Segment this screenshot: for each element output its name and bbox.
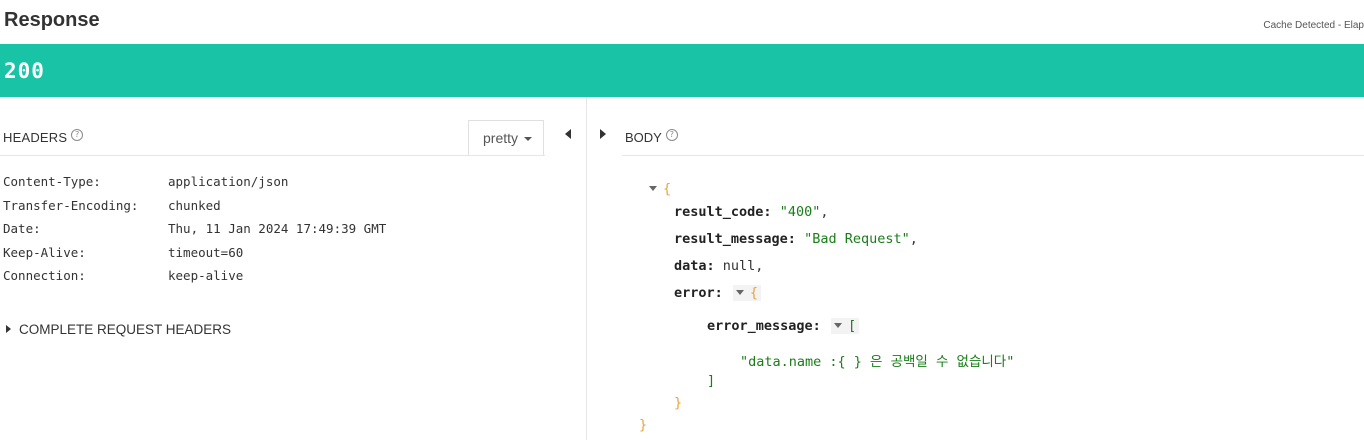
header-key: Connection: <box>3 268 86 284</box>
headers-panel: HEADERS? pretty Content-Type: applicatio… <box>0 97 587 440</box>
body-heading-row: BODY? <box>622 119 1364 156</box>
json-line-error-close: } <box>674 395 682 411</box>
json-key: data: <box>674 258 715 274</box>
collapse-toggle-icon <box>833 323 842 328</box>
complete-request-headers-label: COMPLETE REQUEST HEADERS <box>19 322 232 337</box>
json-string: "Bad Request" <box>804 231 910 247</box>
json-line-result-code: result_code: "400", <box>674 204 828 220</box>
caret-right-icon <box>6 325 11 333</box>
cache-status-note: Cache Detected - Elap <box>1263 20 1364 31</box>
json-key: result_message: <box>674 231 796 247</box>
collapse-toggle-icon <box>735 290 744 295</box>
json-line-result-message: result_message: "Bad Request", <box>674 231 918 247</box>
headers-heading-row: HEADERS? <box>0 119 545 156</box>
json-key: error: <box>674 285 723 301</box>
json-string: "400" <box>779 204 821 220</box>
header-value: timeout=60 <box>168 244 244 260</box>
header-key: Date: <box>3 221 41 237</box>
json-key: error_message: <box>707 318 821 334</box>
complete-request-headers-toggle[interactable]: COMPLETE REQUEST HEADERS <box>6 322 231 337</box>
json-null: null <box>722 258 756 274</box>
header-key: Keep-Alive: <box>3 244 86 260</box>
json-key: result_code: <box>674 204 772 220</box>
json-line-error-item: "data.name :{ } 은 공백일 수 없습니다" <box>740 350 1014 370</box>
json-comma: , <box>820 204 829 220</box>
json-root-close: } <box>639 417 647 433</box>
collapse-toggle-icon[interactable] <box>649 186 657 191</box>
question-circle-icon[interactable]: ? <box>71 129 84 141</box>
json-root-open: { <box>649 181 671 197</box>
body-panel: BODY? { result_code: "400", result_messa… <box>586 97 1364 440</box>
json-brace: { <box>663 181 672 197</box>
json-line-error: error: { <box>674 285 762 301</box>
json-line-error-message: error_message: [ <box>707 318 860 334</box>
header-key: Content-Type: <box>3 174 101 189</box>
response-page: Response Cache Detected - Elap 200 HEADE… <box>0 0 1364 440</box>
header-value: Thu, 11 Jan 2024 17:49:39 GMT <box>168 221 387 237</box>
header-key: Transfer-Encoding: <box>3 197 139 213</box>
headers-heading: HEADERS? <box>3 129 84 145</box>
header-value: application/json <box>168 174 289 189</box>
json-line-bracket-close: ] <box>707 373 715 389</box>
json-brace: } <box>674 395 683 411</box>
chevron-down-icon <box>524 137 532 141</box>
format-select-value: pretty <box>483 130 519 146</box>
headers-heading-label: HEADERS <box>3 130 68 145</box>
header-value: keep-alive <box>168 268 244 284</box>
json-brace: { <box>749 285 759 301</box>
json-string: "data.name :{ } 은 공백일 수 없습니다" <box>740 354 1015 370</box>
json-comma: , <box>755 258 764 274</box>
body-heading: BODY? <box>625 129 678 145</box>
json-comma: , <box>909 231 918 247</box>
page-title: Response <box>4 9 100 31</box>
body-heading-label: BODY <box>625 130 662 145</box>
json-line-data: data: null, <box>674 258 763 274</box>
header-value: chunked <box>168 197 221 213</box>
format-select[interactable]: pretty <box>468 120 544 155</box>
json-brace: } <box>639 417 648 433</box>
expand-right-icon[interactable] <box>600 129 606 139</box>
collapse-left-icon[interactable] <box>565 129 571 139</box>
collapse-toggle[interactable]: [ <box>830 318 860 334</box>
json-bracket: ] <box>707 373 716 389</box>
status-banner: 200 <box>0 44 1364 97</box>
status-code: 200 <box>4 59 45 83</box>
json-bracket: [ <box>847 318 857 334</box>
question-circle-icon[interactable]: ? <box>665 129 678 141</box>
collapse-toggle[interactable]: { <box>732 285 762 301</box>
